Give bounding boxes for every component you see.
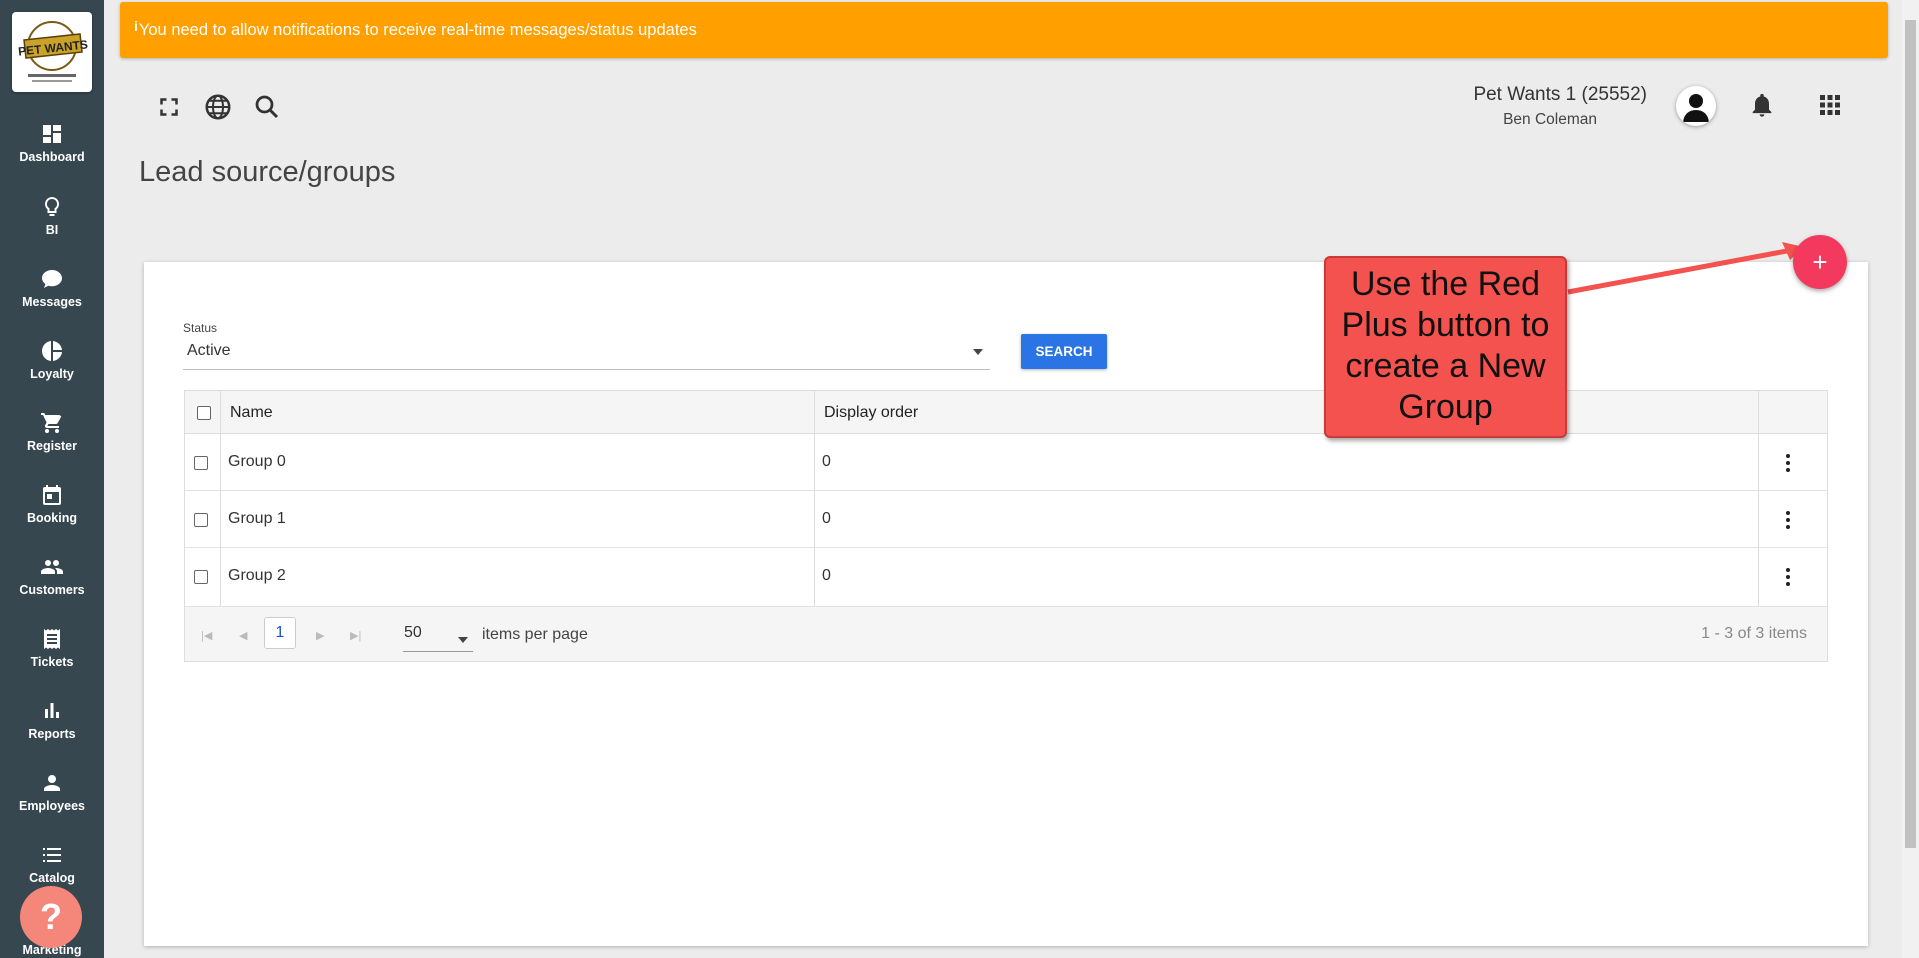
sidebar-item-label: Register (26, 439, 78, 453)
prev-page-icon[interactable]: ◀ (239, 629, 247, 642)
sidebar-item-dashboard[interactable]: Dashboard (0, 122, 104, 194)
row-checkbox[interactable] (194, 456, 208, 470)
row-display-order: 0 (822, 453, 831, 470)
notification-banner: i You need to allow notifications to rec… (120, 2, 1888, 58)
last-page-icon[interactable]: ▶| (350, 629, 361, 642)
sidebar-item-label: Booking (27, 511, 77, 525)
sidebar-item-employees[interactable]: Employees (0, 771, 104, 843)
calendar-icon (43, 485, 61, 505)
bell-icon[interactable] (1748, 91, 1776, 119)
sidebar-item-label: Customers (19, 583, 85, 597)
receipt-icon (44, 629, 60, 649)
sidebar-item-label: BI (45, 223, 59, 237)
status-label: Status (183, 321, 218, 335)
sidebar-item-bi[interactable]: BI (0, 195, 104, 267)
sidebar-item-register[interactable]: Register (0, 411, 104, 483)
callout-arrow (1567, 242, 1804, 295)
sidebar-item-label: Loyalty (30, 367, 74, 381)
search-icon[interactable] (252, 92, 282, 122)
fullscreen-icon[interactable] (154, 92, 184, 122)
search-button[interactable]: SEARCH (1021, 334, 1107, 369)
sidebar-item-messages[interactable]: Messages (0, 267, 104, 339)
row-checkbox[interactable] (194, 570, 208, 584)
list-icon (43, 848, 61, 862)
sidebar-item-label: Dashboard (19, 150, 85, 164)
globe-icon[interactable] (203, 92, 233, 122)
table-row[interactable]: Group 2 0 (185, 548, 1827, 607)
first-page-icon[interactable]: |◀ (201, 629, 212, 642)
avatar[interactable] (1676, 86, 1716, 126)
column-header-display-order[interactable]: Display order (824, 404, 918, 422)
row-name: Group 1 (228, 510, 286, 527)
add-group-button[interactable]: + (1793, 235, 1847, 289)
column-header-name[interactable]: Name (230, 404, 273, 422)
status-select[interactable]: Active (187, 342, 231, 360)
banner-text: You need to allow notifications to recei… (138, 20, 697, 39)
lightbulb-icon (44, 196, 60, 216)
more-vert-icon[interactable] (1786, 511, 1790, 529)
sidebar-item-label: Messages (22, 295, 82, 309)
dashboard-icon (43, 125, 61, 143)
row-display-order: 0 (822, 567, 831, 584)
cart-icon (41, 413, 62, 433)
sidebar-item-customers[interactable]: Customers (0, 555, 104, 627)
pager-range: 1 - 3 of 3 items (1701, 625, 1807, 642)
row-display-order: 0 (822, 510, 831, 527)
user-name: Ben Coleman (1503, 111, 1597, 128)
people-icon (41, 560, 63, 574)
select-all-checkbox[interactable] (197, 406, 211, 420)
sidebar-item-label: Reports (28, 727, 76, 741)
help-icon: ? (40, 896, 62, 937)
more-vert-icon[interactable] (1786, 454, 1790, 472)
sidebar-item-booking[interactable]: Booking (0, 483, 104, 555)
info-icon: i (134, 18, 138, 34)
sidebar-item-tickets[interactable]: Tickets (0, 627, 104, 699)
pet-wants-logo[interactable]: PET WANTS (12, 12, 92, 92)
chevron-down-icon[interactable] (458, 637, 468, 643)
items-per-page-label: items per page (482, 626, 588, 643)
table-row[interactable]: Group 1 0 (185, 491, 1827, 548)
store-name: Pet Wants 1 (25552) (1473, 84, 1647, 105)
row-checkbox[interactable] (194, 513, 208, 527)
next-page-icon[interactable]: ▶ (316, 629, 324, 642)
plus-icon: + (1812, 246, 1828, 277)
tutorial-callout: Use the Red Plus button to create a New … (1324, 256, 1567, 438)
sidebar-item-loyalty[interactable]: Loyalty (0, 339, 104, 411)
groups-table: Name Display order Group 0 0 Group 1 0 G… (184, 390, 1828, 662)
sidebar-item-reports[interactable]: Reports (0, 699, 104, 771)
page-size-select[interactable]: 50 (404, 624, 422, 642)
page-title: Lead source/groups (139, 156, 396, 188)
table-header: Name Display order (185, 391, 1827, 434)
row-name: Group 2 (228, 567, 286, 584)
chat-bubble-icon (42, 270, 62, 288)
table-row[interactable]: Group 0 0 (185, 434, 1827, 491)
page-number[interactable]: 1 (264, 617, 296, 649)
sidebar-item-label: Catalog (29, 871, 75, 885)
scrollbar-thumb[interactable] (1905, 20, 1916, 848)
more-vert-icon[interactable] (1786, 568, 1790, 586)
sidebar-item-label: Employees (18, 799, 85, 813)
pie-chart-icon (42, 341, 62, 361)
person-icon (44, 775, 60, 791)
help-button[interactable]: ? (20, 886, 82, 948)
pager: |◀ ◀ 1 ▶ ▶| 50 items per page 1 - 3 of 3… (185, 607, 1827, 661)
bar-chart-icon (45, 703, 59, 718)
status-underline (183, 369, 990, 370)
apps-grid-icon[interactable] (1815, 90, 1845, 120)
chevron-down-icon[interactable] (973, 349, 983, 355)
row-name: Group 0 (228, 453, 286, 470)
user-silhouette-icon (1683, 94, 1709, 122)
sidebar-item-label: Tickets (30, 655, 74, 669)
